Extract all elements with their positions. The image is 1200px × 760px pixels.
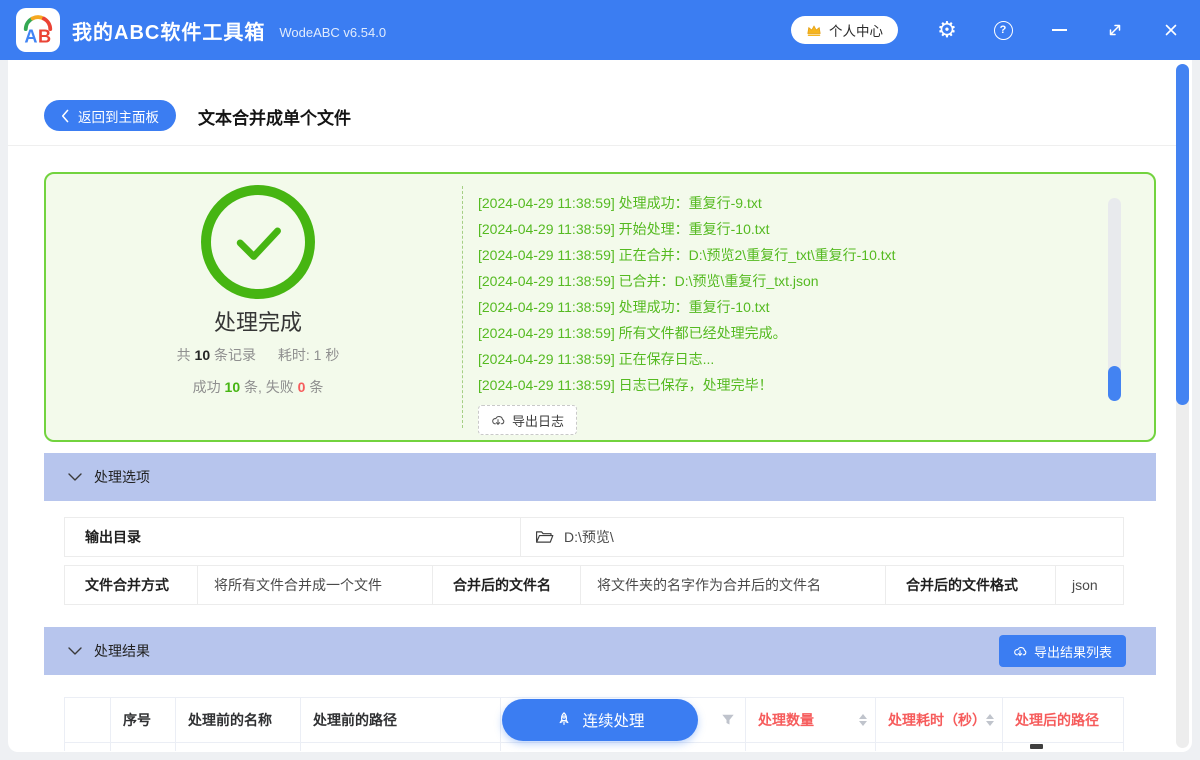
sort-caret[interactable] xyxy=(986,714,994,726)
log-line: [2024-04-29 11:38:59] 处理成功：重复行-9.txt xyxy=(478,195,762,211)
options-section-title: 处理选项 xyxy=(94,469,150,485)
success-count: 10 xyxy=(224,379,241,395)
record-summary: 共 10 条记录 耗时: 1 秒 xyxy=(176,347,340,363)
export-log-label: 导出日志 xyxy=(512,413,565,429)
app-logo: A B xyxy=(16,8,60,52)
log-line: [2024-04-29 11:38:59] 已合并：D:\预览\重复行_txt.… xyxy=(478,273,819,289)
continue-processing-label: 连续处理 xyxy=(582,713,645,730)
col-path-before: 处理前的路径 xyxy=(301,698,501,742)
log-line: [2024-04-29 11:38:59] 正在保存日志... xyxy=(478,351,715,367)
log-line: [2024-04-29 11:38:59] 处理成功：重复行-10.txt xyxy=(478,299,770,315)
user-center-button[interactable]: 个人中心 xyxy=(791,16,898,44)
cloud-download-icon xyxy=(1014,647,1027,656)
cloud-download-icon xyxy=(492,416,505,425)
close-button[interactable] xyxy=(1143,0,1199,60)
success-fail-summary: 成功 10 条, 失败 0 条 xyxy=(192,379,324,395)
col-count: 处理数量 xyxy=(746,698,876,742)
rocket-icon xyxy=(560,712,569,725)
folder-icon xyxy=(535,531,554,543)
export-result-list-label: 导出结果列表 xyxy=(1033,644,1112,660)
table-row xyxy=(64,743,1124,751)
select-column-header xyxy=(65,698,111,742)
gear-icon: ⚙ xyxy=(937,17,957,42)
app-title: 我的ABC软件工具箱 xyxy=(72,21,266,44)
chevron-down-icon xyxy=(68,647,82,655)
check-icon xyxy=(236,227,281,260)
maximize-icon xyxy=(1109,24,1121,36)
back-to-dashboard-button[interactable]: 返回到主面板 xyxy=(44,100,176,131)
app-logo-icon: A B xyxy=(23,15,53,47)
status-title: 处理完成 xyxy=(213,310,302,335)
back-button-label: 返回到主面板 xyxy=(78,109,159,125)
row-content-clipped xyxy=(1030,744,1043,749)
merge-mode-label: 文件合并方式 xyxy=(65,566,198,604)
merge-options-row: 文件合并方式 将所有文件合并成一个文件 合并后的文件名 将文件夹的名字作为合并后… xyxy=(64,565,1124,605)
log-line: [2024-04-29 11:38:59] 正在合并：D:\预览2\重复行_tx… xyxy=(478,247,896,263)
minimize-icon xyxy=(1051,29,1067,31)
page-scrollbar-thumb[interactable] xyxy=(1176,64,1189,405)
app-version: WodeABC v6.54.0 xyxy=(279,24,387,40)
help-button[interactable]: ? xyxy=(975,0,1031,60)
output-dir-row: 输出目录 D:\预览\ xyxy=(64,517,1124,557)
header-divider xyxy=(8,145,1176,146)
elapsed-time: 耗时: 1 秒 xyxy=(277,347,340,363)
svg-text:B: B xyxy=(38,27,51,47)
results-section-title: 处理结果 xyxy=(94,643,150,659)
fail-count: 0 xyxy=(297,379,306,395)
minimize-button[interactable] xyxy=(1031,0,1087,60)
output-dir-label: 输出目录 xyxy=(65,518,521,556)
success-ring xyxy=(201,185,315,299)
format-label: 合并后的文件格式 xyxy=(886,566,1056,604)
merge-mode-value: 将所有文件合并成一个文件 xyxy=(198,566,433,604)
chevron-left-icon xyxy=(61,109,69,122)
total-count: 10 xyxy=(194,347,211,363)
sort-caret[interactable] xyxy=(859,714,867,726)
options-section-header[interactable]: 处理选项 xyxy=(44,453,1156,501)
svg-text:A: A xyxy=(24,27,37,47)
results-section-header[interactable]: 处理结果 导出结果列表 xyxy=(44,627,1156,675)
log-scrollbar-thumb[interactable] xyxy=(1108,366,1121,401)
log-line: [2024-04-29 11:38:59] 开始处理：重复行-10.txt xyxy=(478,221,770,237)
output-dir-path: D:\预览\ xyxy=(564,529,614,545)
file-name-label: 合并后的文件名 xyxy=(433,566,581,604)
col-path-after: 处理后的路径 xyxy=(1015,712,1099,728)
filter-funnel-icon[interactable] xyxy=(721,713,735,727)
close-icon xyxy=(1165,24,1177,36)
help-icon: ? xyxy=(993,20,1013,40)
panel-divider xyxy=(462,186,463,428)
continue-processing-button[interactable]: 连续处理 xyxy=(502,699,698,741)
output-dir-value: D:\预览\ xyxy=(521,518,1123,556)
chevron-down-icon xyxy=(68,473,82,481)
format-value: json xyxy=(1072,577,1098,593)
col-elapsed: 处理耗时（秒） xyxy=(876,698,1003,742)
export-log-button[interactable]: 导出日志 xyxy=(478,405,578,435)
crown-icon xyxy=(807,25,821,36)
maximize-button[interactable] xyxy=(1087,0,1143,60)
settings-button[interactable]: ⚙ xyxy=(919,0,975,60)
page-title: 文本合并成单个文件 xyxy=(198,109,351,128)
file-name-value: 将文件夹的名字作为合并后的文件名 xyxy=(581,566,886,604)
col-name-before: 处理前的名称 xyxy=(176,698,301,742)
col-index: 序号 xyxy=(111,698,176,742)
log-line: [2024-04-29 11:38:59] 所有文件都已经处理完成。 xyxy=(478,325,787,341)
export-result-list-button[interactable]: 导出结果列表 xyxy=(998,635,1126,667)
log-line: [2024-04-29 11:38:59] 日志已保存，处理完毕！ xyxy=(478,377,773,393)
titlebar: A B 我的ABC软件工具箱 WodeABC v6.54.0 个人中心 ⚙ ? xyxy=(0,0,1200,60)
user-center-label: 个人中心 xyxy=(829,24,883,39)
process-log-list: [2024-04-29 11:38:59] 处理成功：重复行-9.txt [20… xyxy=(478,190,1098,398)
